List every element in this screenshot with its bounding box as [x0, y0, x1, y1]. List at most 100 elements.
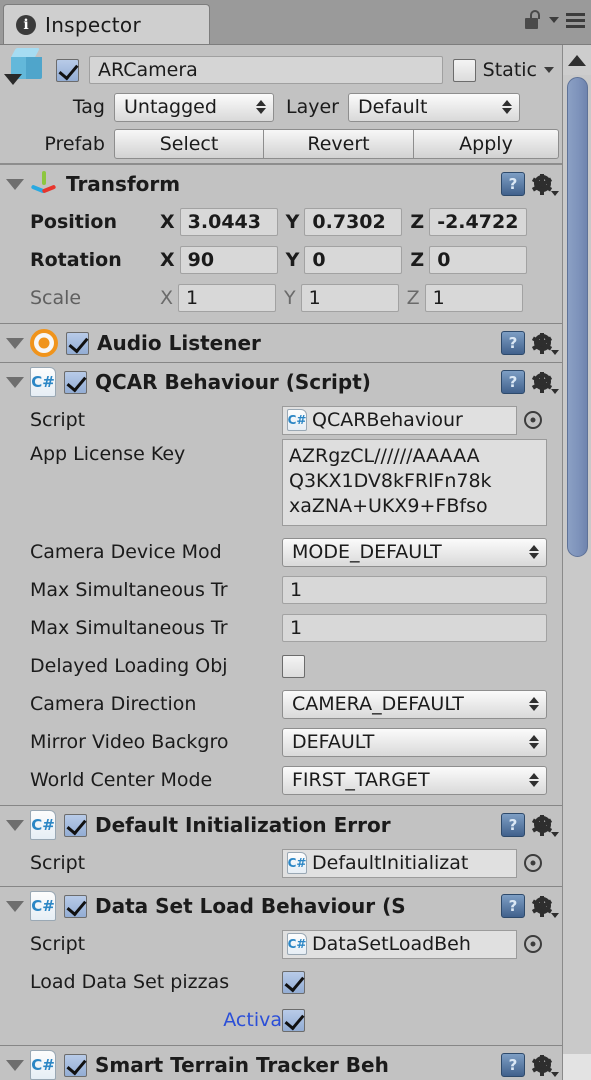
tab-inspector[interactable]: i Inspector	[3, 4, 210, 44]
qcar-world-center-mode-row: World Center Mode FIRST_TARGET	[0, 761, 562, 799]
row-label: Script	[30, 409, 86, 431]
static-checkbox[interactable]	[452, 58, 476, 82]
component-enabled-checkbox[interactable]	[64, 370, 87, 394]
prefab-dropdown-arrow-icon[interactable]	[4, 74, 22, 85]
gear-icon[interactable]	[531, 895, 559, 918]
help-icon[interactable]: ?	[501, 331, 525, 355]
row-label: Max Simultaneous Tr	[30, 579, 228, 601]
help-icon[interactable]: ?	[501, 172, 525, 196]
foldout-arrow-icon[interactable]	[6, 819, 24, 831]
object-enabled-checkbox[interactable]	[56, 58, 79, 82]
object-picker-icon[interactable]	[524, 935, 542, 953]
qcar-script-object-field[interactable]: C# QCARBehaviour	[282, 405, 517, 435]
gear-icon[interactable]	[531, 1054, 559, 1077]
window-tab-strip: i Inspector	[0, 0, 591, 44]
component-enabled-checkbox[interactable]	[64, 1053, 87, 1077]
position-y-input[interactable]: 0.7302	[304, 208, 403, 236]
foldout-arrow-icon[interactable]	[6, 376, 24, 388]
dataset-script-object-field[interactable]: C# DataSetLoadBeh	[282, 929, 517, 959]
gear-icon[interactable]	[531, 814, 559, 837]
row-label: Position	[30, 211, 117, 233]
component-header-default-initialization-error[interactable]: C# Default Initialization Error ?	[0, 806, 562, 844]
help-icon[interactable]: ?	[501, 1053, 525, 1077]
prefab-label: Prefab	[44, 133, 105, 155]
rotation-y-input[interactable]: 0	[304, 246, 403, 274]
activate-checkbox[interactable]	[282, 1008, 305, 1032]
activate-row: Activa	[0, 1001, 562, 1039]
foldout-arrow-icon[interactable]	[6, 337, 24, 349]
foldout-arrow-icon[interactable]	[6, 900, 24, 912]
csharp-script-icon: C#	[30, 810, 56, 840]
row-label: Script	[30, 933, 86, 955]
gear-icon[interactable]	[531, 332, 559, 355]
prefab-revert-button[interactable]: Revert	[264, 129, 414, 159]
load-data-set-checkbox[interactable]	[282, 970, 305, 994]
layer-dropdown[interactable]: Default	[347, 92, 520, 122]
prefab-cube-icon[interactable]	[0, 45, 56, 96]
scale-x-input[interactable]: 1	[178, 284, 277, 312]
chevron-down-icon[interactable]	[549, 17, 559, 23]
axis-label-x: X	[160, 249, 175, 271]
max-simultaneous-tracked-input-2[interactable]: 1	[282, 614, 547, 642]
row-label: Mirror Video Backgro	[30, 731, 229, 753]
camera-device-mode-dropdown[interactable]: MODE_DEFAULT	[282, 537, 547, 567]
component-header-smart-terrain-tracker[interactable]: C# Smart Terrain Tracker Beh ?	[0, 1046, 562, 1080]
script-value: DataSetLoadBeh	[312, 933, 471, 955]
default-init-error-script-row: Script C# DefaultInitializat	[0, 844, 562, 882]
vertical-scrollbar[interactable]	[562, 45, 591, 1080]
foldout-arrow-icon[interactable]	[6, 1059, 24, 1071]
foldout-arrow-icon[interactable]	[6, 178, 24, 190]
help-icon[interactable]: ?	[501, 894, 525, 918]
axis-label-x: X	[160, 211, 175, 233]
csharp-script-icon: C#	[287, 933, 307, 955]
component-enabled-checkbox[interactable]	[64, 813, 87, 837]
object-name-input[interactable]: ARCamera	[89, 56, 443, 84]
row-label: App License Key	[30, 443, 186, 465]
script-value: QCARBehaviour	[312, 409, 463, 431]
help-icon[interactable]: ?	[501, 813, 525, 837]
object-picker-icon[interactable]	[524, 854, 542, 872]
qcar-max-trackables-row-1: Max Simultaneous Tr 1	[0, 571, 562, 609]
hamburger-menu-icon[interactable]	[566, 12, 585, 28]
axis-label-y: Y	[284, 287, 296, 309]
dataset-script-row: Script C# DataSetLoadBeh	[0, 925, 562, 963]
scrollbar-thumb[interactable]	[567, 77, 588, 557]
prefab-select-button[interactable]: Select	[114, 129, 264, 159]
app-license-key-input[interactable]: AZRgzCL//////AAAAA Q3KX1DV8kFRlFn78k xaZ…	[282, 439, 547, 526]
tag-label: Tag	[72, 96, 105, 118]
axis-label-y: Y	[285, 249, 300, 271]
position-z-input[interactable]: -2.4722	[429, 208, 528, 236]
scroll-up-button[interactable]	[563, 45, 591, 75]
camera-direction-dropdown[interactable]: CAMERA_DEFAULT	[282, 689, 547, 719]
mirror-video-background-dropdown[interactable]: DEFAULT	[282, 727, 547, 757]
default-init-error-script-object-field[interactable]: C# DefaultInitializat	[282, 848, 517, 878]
static-dropdown-arrow-icon[interactable]	[544, 67, 554, 73]
help-icon[interactable]: ?	[501, 370, 525, 394]
gear-icon[interactable]	[531, 173, 559, 196]
component-enabled-checkbox[interactable]	[66, 331, 89, 355]
delayed-loading-checkbox[interactable]	[282, 654, 305, 678]
tag-dropdown[interactable]: Untagged	[114, 92, 274, 122]
gear-icon[interactable]	[531, 371, 559, 394]
dropdown-value: MODE_DEFAULT	[292, 541, 442, 563]
lock-icon[interactable]	[525, 10, 542, 30]
position-x-input[interactable]: 3.0443	[179, 208, 278, 236]
layer-value: Default	[357, 96, 428, 118]
component-header-qcar-behaviour[interactable]: C# QCAR Behaviour (Script) ?	[0, 363, 562, 401]
world-center-mode-dropdown[interactable]: FIRST_TARGET	[282, 765, 547, 795]
prefab-apply-button[interactable]: Apply	[414, 129, 559, 159]
qcar-camera-direction-row: Camera Direction CAMERA_DEFAULT	[0, 685, 562, 723]
component-enabled-checkbox[interactable]	[64, 894, 87, 918]
max-simultaneous-tracked-input-1[interactable]: 1	[282, 576, 547, 604]
scale-y-input[interactable]: 1	[300, 284, 399, 312]
component-header-data-set-load-behaviour[interactable]: C# Data Set Load Behaviour (S ?	[0, 887, 562, 925]
scale-z-input[interactable]: 1	[424, 284, 523, 312]
scrollbar-track[interactable]	[563, 1054, 591, 1080]
rotation-z-input[interactable]: 0	[429, 246, 528, 274]
component-header-transform[interactable]: Transform ?	[0, 165, 562, 203]
rotation-x-input[interactable]: 90	[179, 246, 278, 274]
axis-label-z: Z	[406, 287, 420, 309]
component-header-audio-listener[interactable]: Audio Listener ?	[0, 324, 562, 362]
object-picker-icon[interactable]	[524, 411, 542, 429]
component-title: Audio Listener	[97, 331, 261, 355]
